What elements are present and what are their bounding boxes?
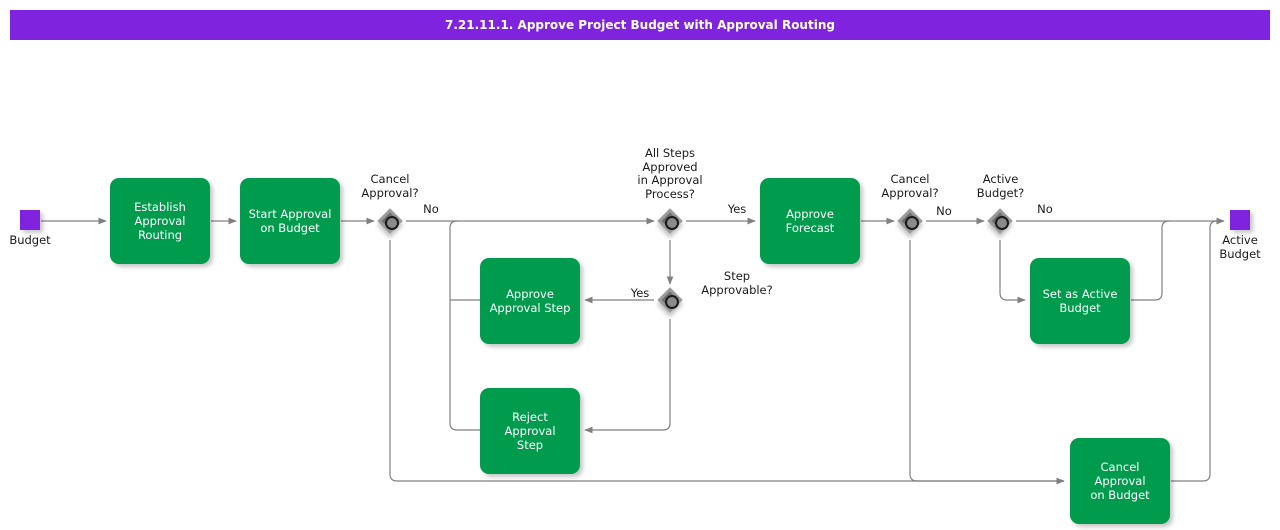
decision-ring-icon (665, 216, 679, 230)
decision-label-step-approvable: Step Approvable? (701, 269, 773, 297)
activity-label: Approve Approval Step (489, 287, 571, 315)
decision-cancel-approval-2[interactable] (897, 208, 926, 237)
wire-step-approvable-no-to-reject-step (584, 319, 671, 434)
edge-label-no-1: No (423, 202, 439, 216)
page-title: 7.21.11.1. Approve Project Budget with A… (10, 10, 1270, 40)
end-terminator-label: Active Budget (1219, 233, 1261, 261)
diagram-canvas: 7.21.11.1. Approve Project Budget with A… (0, 0, 1280, 530)
wire-set-active-to-top-rail (1131, 220, 1170, 301)
activity-establish-approval-routing[interactable]: Establish Approval Routing (110, 178, 210, 264)
start-terminator[interactable] (20, 210, 40, 230)
activity-label: Reject Approval Step (504, 410, 556, 452)
activity-reject-approval-step[interactable]: Reject Approval Step (480, 388, 580, 474)
activity-cancel-approval-on-budget[interactable]: Cancel Approval on Budget (1070, 438, 1170, 524)
wire-active-budget-to-set-active (999, 240, 1026, 304)
activity-label: Establish Approval Routing (134, 200, 186, 242)
edge-label-no-2: No (936, 204, 952, 218)
decision-all-steps-approved[interactable] (657, 208, 686, 237)
activity-start-approval-on-budget[interactable]: Start Approval on Budget (240, 178, 340, 264)
activity-approve-forecast[interactable]: Approve Forecast (760, 178, 860, 264)
decision-active-budget[interactable] (987, 208, 1016, 237)
activity-label: Cancel Approval on Budget (1090, 460, 1150, 502)
decision-label-active-budget: Active Budget? (976, 172, 1025, 200)
activity-approve-approval-step[interactable]: Approve Approval Step (480, 258, 580, 344)
start-terminator-label: Budget (9, 233, 51, 247)
decision-ring-icon (905, 216, 919, 230)
edge-label-no-3: No (1037, 202, 1053, 216)
edge-label-yes-step-approvable: Yes (630, 286, 650, 300)
decision-ring-icon (385, 216, 399, 230)
decision-cancel-approval-1[interactable] (377, 208, 406, 237)
activity-label: Start Approval on Budget (248, 207, 332, 235)
end-terminator[interactable] (1230, 210, 1250, 230)
edge-label-yes-all-steps: Yes (727, 202, 747, 216)
decision-label-cancel-approval-2: Cancel Approval? (881, 172, 939, 200)
activity-label: Set as Active Budget (1042, 287, 1118, 315)
decision-ring-icon (665, 295, 679, 309)
wire-loopback-rail (449, 220, 480, 431)
activity-label: Approve Forecast (785, 207, 835, 235)
decision-label-all-steps-approved: All Steps Approved in Approval Process? (637, 146, 703, 201)
activity-set-as-active-budget[interactable]: Set as Active Budget (1030, 258, 1130, 344)
decision-ring-icon (995, 216, 1009, 230)
decision-label-cancel-approval-1: Cancel Approval? (361, 172, 419, 200)
